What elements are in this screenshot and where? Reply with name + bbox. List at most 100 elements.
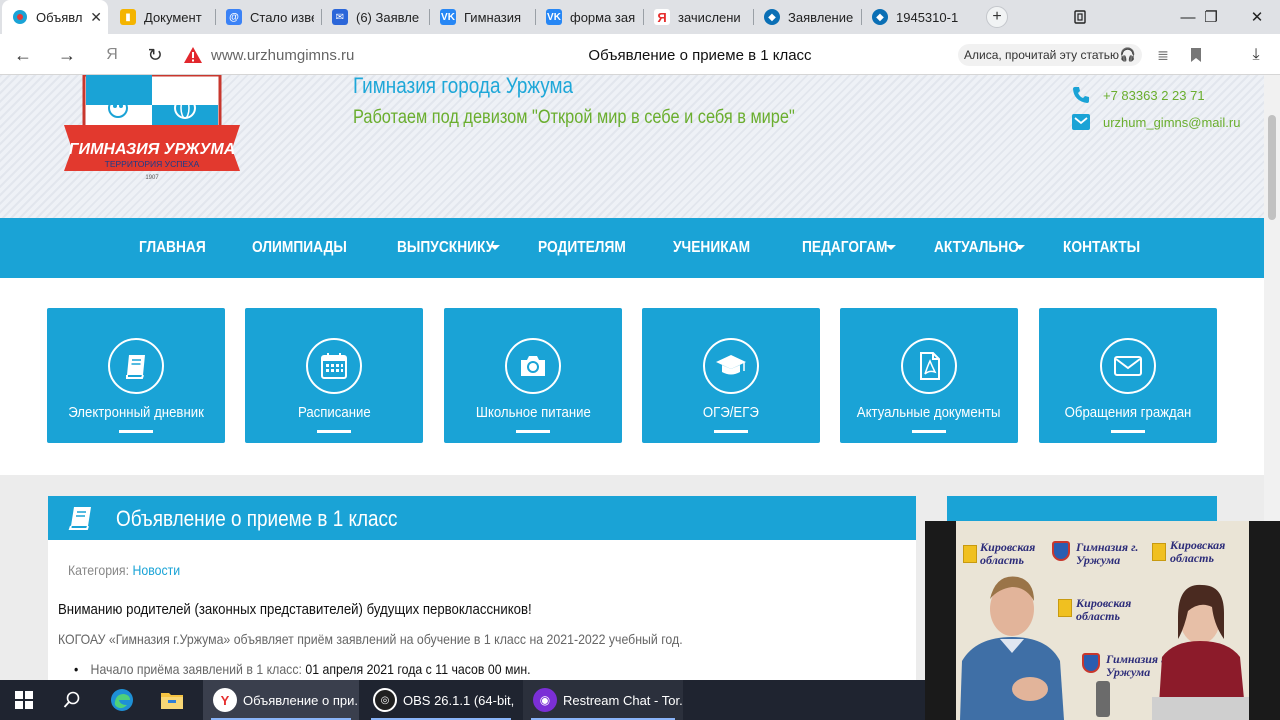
tab-close-icon[interactable]: ✕ bbox=[86, 9, 102, 26]
taskbar-app-restream[interactable]: ◉ Restream Chat - Tor... bbox=[523, 680, 683, 720]
contact-email[interactable]: urzhum_gimns@mail.ru bbox=[1070, 112, 1240, 132]
chevron-down-icon[interactable] bbox=[490, 245, 500, 250]
graduation-cap-icon bbox=[703, 338, 759, 394]
tile-label: Школьное питание bbox=[475, 404, 591, 421]
logo-year: 1907 bbox=[145, 175, 159, 181]
yandex-favicon-icon: Я bbox=[654, 9, 670, 25]
quick-links: Электронный дневник Расписание Школьное … bbox=[0, 278, 1264, 475]
browser-tab-strip: Объявл ✕ ▮ Документ @ Стало изве ✉ (6) З… bbox=[0, 0, 1280, 34]
tab-active[interactable]: Объявл ✕ bbox=[2, 0, 108, 34]
page-title: Объявление о приеме в 1 класс bbox=[588, 46, 812, 64]
site-motto: Работаем под девизом "Открой мир в себе … bbox=[353, 107, 795, 128]
nav-contacts[interactable]: КОНТАКТЫ bbox=[1063, 218, 1140, 278]
nav-olympiads[interactable]: ОЛИМПИАДЫ bbox=[252, 218, 347, 278]
headphones-icon: 🎧 bbox=[1119, 47, 1136, 62]
tile-label: Актуальные документы bbox=[857, 404, 1001, 421]
logo-subtitle: ТЕРРИТОРИЯ УСПЕХА bbox=[105, 159, 200, 169]
vk-favicon-icon: VK bbox=[546, 9, 562, 25]
nav-actual[interactable]: АКТУАЛЬНО bbox=[934, 218, 1019, 278]
tile-schedule[interactable]: Расписание bbox=[245, 308, 423, 443]
pdf-document-icon bbox=[901, 338, 957, 394]
tab[interactable]: VK Гимназия bbox=[430, 0, 534, 34]
edge-icon[interactable] bbox=[102, 684, 142, 716]
tile-citizen-appeals[interactable]: Обращения граждан bbox=[1039, 308, 1217, 443]
tab[interactable]: ✉ (6) Заявле bbox=[322, 0, 428, 34]
taskbar-app-obs[interactable]: ◎ OBS 26.1.1 (64-bit, ... bbox=[363, 680, 519, 720]
tab[interactable]: Я зачислени bbox=[644, 0, 752, 34]
tab[interactable]: VK форма зая bbox=[536, 0, 642, 34]
bookmark-icon[interactable] bbox=[1185, 44, 1207, 66]
nav-graduates[interactable]: ВЫПУСКНИКУ bbox=[397, 218, 494, 278]
chevron-down-icon[interactable] bbox=[886, 245, 896, 250]
forward-button[interactable]: → bbox=[54, 42, 80, 68]
tile-school-meals[interactable]: Школьное питание bbox=[444, 308, 622, 443]
tab-bookmark-icon[interactable] bbox=[1057, 0, 1103, 34]
doc-favicon-icon: ▮ bbox=[120, 9, 136, 25]
tab-label: Объявл bbox=[36, 9, 83, 25]
taskbar-app-yandex-browser[interactable]: Y Объявление о при... bbox=[203, 680, 359, 720]
article-category: Категория: Новости bbox=[68, 562, 180, 578]
list-item-label: Начало приёма заявлений в 1 класс: bbox=[90, 661, 302, 677]
download-icon[interactable]: ⤓ bbox=[1245, 44, 1267, 66]
webcam-overlay: Кировская область Гимназия г. Уржума Кир… bbox=[925, 521, 1280, 720]
alice-label: Алиса, прочитай эту статью bbox=[964, 48, 1120, 62]
reload-button[interactable]: ↻ bbox=[142, 42, 168, 68]
article-title: Объявление о приеме в 1 класс bbox=[116, 506, 398, 531]
yandex-home-button[interactable]: Я bbox=[99, 42, 125, 68]
taskbar-app-label: Объявление о при... bbox=[243, 692, 359, 708]
book-icon bbox=[68, 507, 91, 530]
tab-label: Заявление bbox=[788, 9, 854, 25]
contact-phone[interactable]: +7 83363 2 23 71 bbox=[1070, 85, 1205, 105]
warning-icon[interactable] bbox=[183, 45, 203, 65]
file-explorer-icon[interactable] bbox=[152, 684, 192, 716]
article-paragraph: КОГОАУ «Гимназия г.Уржума» объявляет при… bbox=[58, 631, 683, 647]
tab[interactable]: ◆ 1945310-1 bbox=[862, 0, 966, 34]
tab[interactable]: ◆ Заявление bbox=[754, 0, 860, 34]
tab[interactable]: @ Стало изве bbox=[216, 0, 320, 34]
windows-start-icon[interactable] bbox=[4, 684, 44, 716]
tab-label: 1945310-1 bbox=[896, 9, 959, 25]
nav-teachers[interactable]: ПЕДАГОГАМ bbox=[802, 218, 887, 278]
taskbar-app-label: Restream Chat - Tor... bbox=[563, 692, 683, 708]
site-header: ГИМНАЗИЯ УРЖУМА ТЕРРИТОРИЯ УСПЕХА 1907 Г… bbox=[0, 75, 1264, 218]
tab-label: (6) Заявле bbox=[356, 9, 420, 25]
mail-favicon-icon: ✉ bbox=[332, 9, 348, 25]
scrollbar-thumb[interactable] bbox=[1268, 115, 1276, 220]
camera-icon bbox=[505, 338, 561, 394]
logo-banner-text: ГИМНАЗИЯ УРЖУМА bbox=[69, 141, 236, 158]
url-field[interactable]: www.urzhumgimns.ru bbox=[183, 42, 373, 68]
chevron-down-icon[interactable] bbox=[1015, 245, 1025, 250]
tab-label: Гимназия bbox=[464, 9, 522, 25]
tile-label: Электронный дневник bbox=[68, 404, 204, 421]
school-logo[interactable]: ГИМНАЗИЯ УРЖУМА ТЕРРИТОРИЯ УСПЕХА 1907 bbox=[60, 75, 244, 197]
tile-e-diary[interactable]: Электронный дневник bbox=[47, 308, 225, 443]
search-icon[interactable] bbox=[52, 684, 92, 716]
nav-home[interactable]: ГЛАВНАЯ bbox=[139, 218, 206, 278]
tab[interactable]: ▮ Документ bbox=[110, 0, 214, 34]
back-button[interactable]: ← bbox=[10, 42, 36, 68]
new-tab-button[interactable]: + bbox=[986, 6, 1008, 28]
restream-icon: ◉ bbox=[533, 688, 557, 712]
obs-icon: ◎ bbox=[373, 688, 397, 712]
envelope-icon bbox=[1100, 338, 1156, 394]
close-window-button[interactable]: ✕ bbox=[1234, 0, 1280, 34]
contact-email-text: urzhum_gimns@mail.ru bbox=[1103, 114, 1241, 130]
article-paragraph: Вниманию родителей (законных представите… bbox=[58, 601, 532, 618]
gosuslugi-favicon-icon: ◆ bbox=[872, 9, 888, 25]
main-navigation: ГЛАВНАЯ ОЛИМПИАДЫ ВЫПУСКНИКУ РОДИТЕЛЯМ У… bbox=[0, 218, 1264, 278]
taskbar-app-label: OBS 26.1.1 (64-bit, ... bbox=[403, 692, 519, 708]
maximize-button[interactable]: ❐ bbox=[1188, 0, 1234, 34]
book-icon bbox=[108, 338, 164, 394]
list-item-value: 01 апреля 2021 года с 11 часов 00 мин. bbox=[305, 661, 531, 677]
nav-students[interactable]: УЧЕНИКАМ bbox=[673, 218, 750, 278]
webcam-video: Кировская область Гимназия г. Уржума Кир… bbox=[956, 521, 1249, 720]
tile-documents[interactable]: Актуальные документы bbox=[840, 308, 1018, 443]
category-link[interactable]: Новости bbox=[132, 562, 180, 578]
nav-parents[interactable]: РОДИТЕЛЯМ bbox=[538, 218, 626, 278]
url-text: www.urzhumgimns.ru bbox=[211, 46, 355, 64]
reader-mode-icon[interactable]: ≣ bbox=[1152, 44, 1174, 66]
alice-read-button[interactable]: Алиса, прочитай эту статью 🎧 bbox=[958, 44, 1142, 66]
category-label: Категория: bbox=[68, 562, 130, 578]
tab-label: зачислени bbox=[678, 9, 741, 25]
tile-exams[interactable]: ОГЭ/ЕГЭ bbox=[642, 308, 820, 443]
